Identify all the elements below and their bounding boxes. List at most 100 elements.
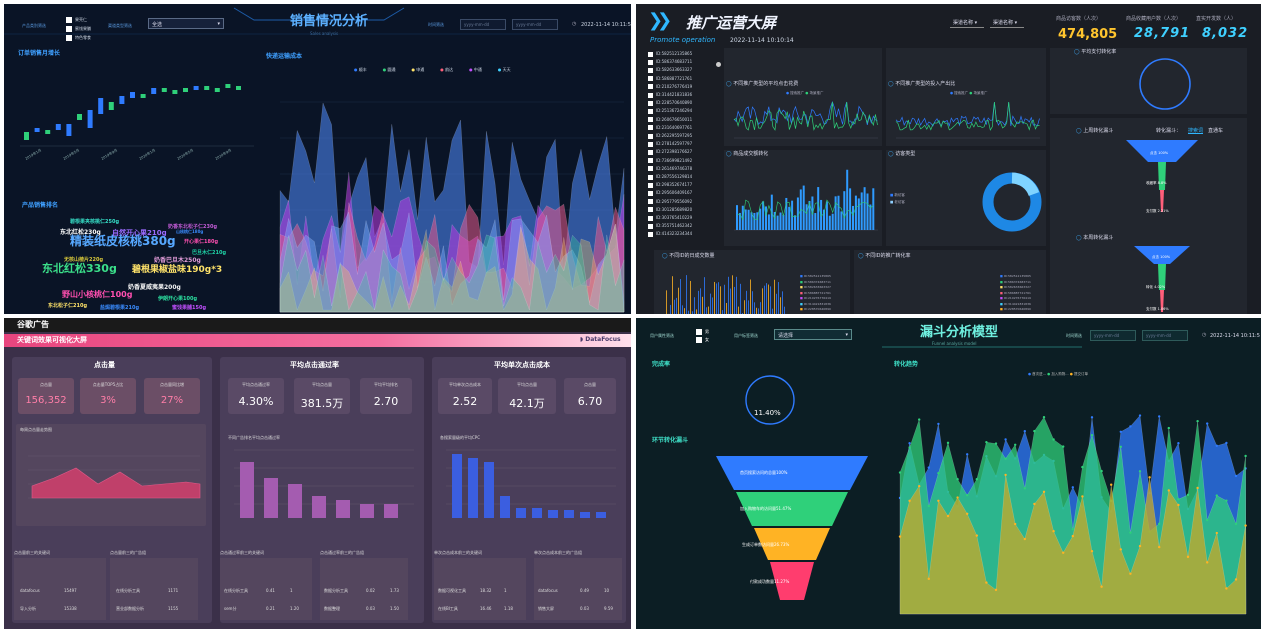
kpi-card: 点击量 6.70 [564,378,616,414]
order-bar [730,288,731,314]
kpi-value: 2.70 [373,395,399,408]
legend-item[interactable]: ■ ID:582512135865 [1000,274,1031,280]
word-cloud-item[interactable]: 奶香夏威夷果200g [128,285,181,291]
trend-point [1052,529,1055,533]
trend-legend: ● 首次进... ● 加入购物... ● 提交订单 [1028,372,1088,376]
word-cloud-item[interactable]: 野山小核桃仁100g [62,291,132,299]
word-cloud-item[interactable]: 碧根果椒盐味190g*3 [132,266,222,275]
trend-point [937,422,940,426]
legend-item[interactable]: ■ ID:582512135865 [800,274,831,280]
product-id-item[interactable]: ID:298352674177 [648,181,692,189]
gmv-bar [834,196,837,230]
product-id-item[interactable]: ID:287556129814 [648,173,692,181]
product-id-item[interactable]: ID:231640697761 [648,124,692,132]
trend-point [1004,473,1007,477]
product-id-item[interactable]: ID:586374683711 [648,58,692,66]
channel-select-2[interactable]: 渠道名称 ▾ [990,17,1024,28]
legend-item[interactable]: ■ ID:210276776419 [800,296,831,302]
product-id-item[interactable]: ID:295606409167 [648,189,692,197]
cpc-bar [580,512,590,518]
order-bar [676,297,677,314]
developers-kpi-value: 8,032 [1202,26,1249,41]
product-id-item[interactable]: ID:736699821492 [648,157,692,165]
funnel1-step3: 支付数 2.21% [1146,209,1169,213]
funnel-tab-direct[interactable]: 直通车 [1208,129,1223,134]
word-cloud-item[interactable]: 碧根果夹核桃仁250g [70,220,119,225]
product-id-item[interactable]: ID:414323234344 [648,230,692,238]
product-id-item[interactable]: ID:272398176627 [648,148,692,156]
product-id-item[interactable]: ID:303765410229 [648,214,692,222]
word-cloud-item[interactable]: 开心果仁180g [184,240,218,245]
checkbox-male[interactable]: 男 [696,328,709,336]
funnel-step-2: 加入购物车的访问量51.47% [740,506,792,511]
product-id-item[interactable]: ID:210276776419 [648,83,692,91]
product-id-item[interactable]: ID:228570640890 [648,99,692,107]
product-id-item[interactable]: ID:262295597295 [648,132,692,140]
channel-select-1[interactable]: 渠道名称 ▾ [950,17,984,28]
word-cloud-item[interactable]: 精装纸皮核桃380g [70,235,176,247]
order-bar [734,286,735,314]
word-cloud-item[interactable]: 伊朗开心果100g [158,297,197,302]
gmv-bar [863,187,866,230]
legend-item[interactable]: ■ ID:228570640890 [1000,307,1031,313]
legend-item[interactable]: ■ ID:251367246294 [1000,313,1031,315]
list-scrollbar[interactable] [716,62,721,67]
visitors-kpi-label: 商品访客数（人次） [1056,16,1102,22]
trend-point [966,493,969,497]
trend-point [1206,422,1209,425]
word-cloud-item[interactable]: 蜜饯果脯150g [172,306,206,311]
trend-point [1062,551,1065,554]
product-id-item[interactable]: ID:586887721761 [648,75,692,83]
order-bar [688,310,689,314]
product-id-item[interactable]: ID:261469746378 [648,165,692,173]
checkbox-female[interactable]: 女 [696,336,709,344]
gmv-bar [840,211,843,230]
word-cloud-item[interactable]: 东北松子仁210g [48,304,87,309]
trend-point [1129,531,1132,534]
product-id-item[interactable]: ID:582633663327 [648,66,692,74]
legend-item[interactable]: ■ ID:582633663327 [800,285,831,291]
trend-point [1234,522,1238,526]
order-bar [754,302,755,314]
trend-point [985,440,988,444]
word-cloud-item[interactable]: 巴旦木仁210g [192,251,226,256]
kpi-value: 6.70 [577,395,603,408]
product-id-item[interactable]: ID:314421831836 [648,91,692,99]
trend-point [1081,495,1084,498]
product-id-item[interactable]: ID:301285689820 [648,206,692,214]
product-id-item[interactable]: ID:251367246294 [648,107,692,115]
legend-item[interactable]: ■ ID:582633663327 [1000,285,1031,291]
word-cloud-item[interactable]: 奶香巴旦木250g [154,258,201,264]
product-id-item[interactable]: ID:278142597797 [648,140,692,148]
product-id-item[interactable]: ID:355751462342 [648,222,692,230]
product-id-item[interactable]: ID:260676650011 [648,116,692,124]
legend-item[interactable]: ■ ID:228570640890 [800,307,831,313]
trend-title: 转化趋势 [894,361,919,368]
kpi-label: 点击量 [40,382,52,387]
trend-point [1023,537,1026,541]
legend-item[interactable]: ■ ID:210276776419 [1000,296,1031,302]
conversion-ring [1139,58,1191,110]
gmv-bar [736,205,738,230]
end-date-input[interactable]: yyyy-mm-dd [1142,330,1188,341]
trend-point [1244,454,1247,458]
trend-point [946,441,950,445]
page-subtitle: Promote operation [650,36,716,44]
word-cloud-item[interactable]: 东北红松330g [42,263,117,274]
order-bar [708,306,709,314]
trend-point [1090,416,1094,419]
user-tag-select[interactable]: 请选择 ▾ [774,329,852,340]
funnel-step-4: 付款成功数量11.27% [750,579,790,584]
word-cloud-item[interactable]: 盐焗碧根果210g [100,306,139,311]
start-date-input[interactable]: yyyy-mm-dd [1090,330,1136,341]
word-cloud-item[interactable]: 山核桃仁180g [176,230,203,234]
product-id-item[interactable]: ID:295779556092 [648,198,692,206]
order-bar [714,281,715,314]
legend-item[interactable]: ■ ID:251367246294 [800,313,831,315]
product-id-item[interactable]: ID:582512135865 [648,50,692,58]
funnel-tab-search[interactable]: 搜索词 [1188,129,1203,134]
weekly-clicks-chart [28,455,201,499]
cpc-bar [596,512,606,518]
step-funnel-title: 环节转化漏斗 [652,437,689,444]
ctr-bar [288,484,302,518]
